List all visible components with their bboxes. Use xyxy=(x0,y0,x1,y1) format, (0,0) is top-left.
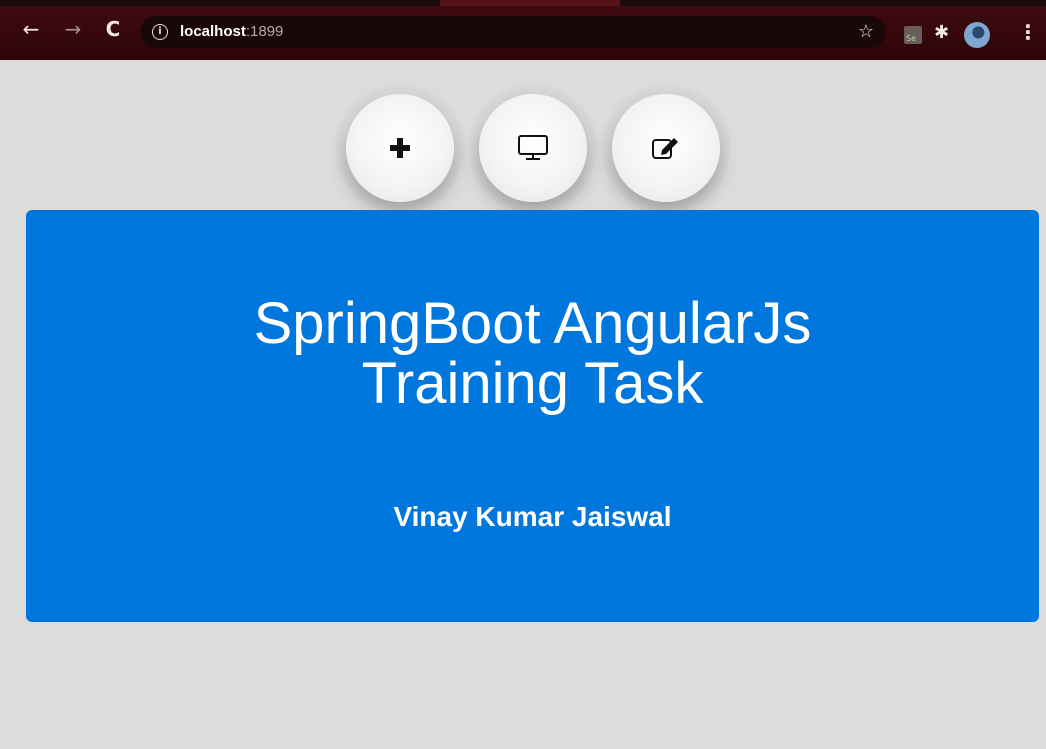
selenium-extension-icon[interactable]: Se xyxy=(904,26,922,44)
view-button[interactable] xyxy=(479,94,587,202)
url-port: :1899 xyxy=(245,23,284,40)
page-viewport: SpringBoot AngularJs Training Task Vinay… xyxy=(0,60,1046,749)
plus-icon xyxy=(390,138,410,158)
address-bar[interactable]: i localhost:1899 ☆ xyxy=(140,16,886,48)
info-icon[interactable]: i xyxy=(152,24,168,40)
author-name: Vinay Kumar Jaiswal xyxy=(393,501,672,532)
kebab-menu-icon[interactable]: ⋮ xyxy=(1018,20,1038,44)
title-line-2: Training Task xyxy=(361,351,704,416)
back-arrow-icon[interactable]: ← xyxy=(18,16,44,42)
forward-arrow-icon[interactable]: → xyxy=(60,16,86,42)
url-host: localhost xyxy=(180,23,246,40)
reload-icon[interactable]: C xyxy=(100,16,126,42)
avatar[interactable] xyxy=(964,22,990,48)
title-line-1: SpringBoot AngularJs xyxy=(253,291,812,356)
browser-toolbar: ← → C i localhost:1899 ☆ Se ✱ ⋮ xyxy=(0,6,1046,60)
puzzle-icon[interactable]: ✱ xyxy=(934,22,949,43)
edit-icon xyxy=(652,138,678,159)
star-icon[interactable]: ☆ xyxy=(858,21,874,42)
page-title: SpringBoot AngularJs Training Task xyxy=(26,294,1039,414)
url-text[interactable]: localhost:1899 xyxy=(180,23,283,41)
edit-button[interactable] xyxy=(612,94,720,202)
jumbotron: SpringBoot AngularJs Training Task Vinay… xyxy=(26,210,1039,622)
monitor-icon xyxy=(518,135,548,160)
add-button[interactable] xyxy=(346,94,454,202)
